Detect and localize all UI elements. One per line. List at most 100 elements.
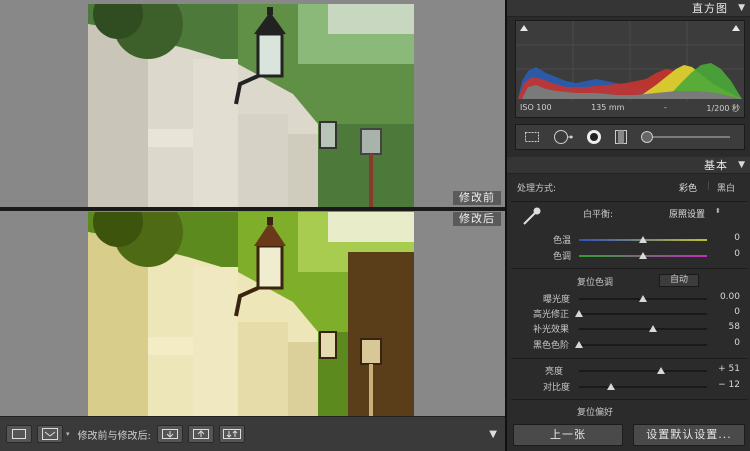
before-after-view-button[interactable] <box>37 425 63 443</box>
fill-light-value[interactable]: 58 <box>729 322 740 332</box>
copy-up-icon <box>192 429 209 439</box>
recovery-slider-track[interactable] <box>575 310 707 317</box>
tint-value[interactable]: 0 <box>734 249 740 259</box>
contrast-slider-thumb[interactable] <box>607 383 615 390</box>
temp-slider-track[interactable] <box>579 236 707 243</box>
exposure-value[interactable]: 0.00 <box>720 292 740 302</box>
blacks-value[interactable]: 0 <box>734 338 740 348</box>
set-default-button[interactable]: 设置默认设置... <box>633 424 745 446</box>
toolbar-dropdown-icon[interactable]: ▼ <box>489 429 497 440</box>
previous-settings-button[interactable]: 上一张 <box>513 424 623 446</box>
histogram-header[interactable]: 直方图 ▼ <box>507 0 750 17</box>
blacks-slider-track[interactable] <box>575 341 707 348</box>
temp-row: 色温 0 <box>507 233 750 247</box>
photo-before[interactable] <box>88 4 414 207</box>
temp-label: 色温 <box>553 236 572 246</box>
loupe-view-button[interactable] <box>6 425 32 443</box>
exposure-row: 曝光度 0.00 <box>507 292 750 306</box>
section-divider <box>511 201 748 202</box>
label-after: 修改后 <box>453 212 501 226</box>
app-window: 修改前 修改后 ▾ 修改前与修改后: ▼ 直方图 ▼ ISO 100 135 m… <box>0 0 750 451</box>
swap-icon <box>222 429 241 439</box>
presence-row: 复位偏好 <box>507 405 750 419</box>
recovery-value[interactable]: 0 <box>734 307 740 317</box>
graduated-filter-button[interactable] <box>614 129 628 145</box>
reset-tone-label[interactable]: 复位色调 <box>577 275 613 288</box>
treatment-color-option[interactable]: 彩色 <box>679 181 697 194</box>
spot-removal-icon <box>554 130 573 144</box>
copy-before-to-after-button[interactable] <box>156 425 183 443</box>
fill-light-row: 补光效果 58 <box>507 322 750 336</box>
exposure-slider-thumb[interactable] <box>639 295 647 302</box>
develop-right-panel: 直方图 ▼ ISO 100 135 mm - 1/200 秒 基本 ▼ 处理方式… <box>505 0 750 451</box>
white-balance-row: 白平衡: 原照设置 ⬍ <box>507 207 750 225</box>
view-mode-caret-icon[interactable]: ▾ <box>66 430 70 438</box>
recovery-label: 高光修正 <box>533 310 570 320</box>
street-lamp-photo-after <box>88 212 414 416</box>
blacks-label: 黑色色阶 <box>533 341 570 351</box>
develop-tool-strip <box>515 124 745 150</box>
brightness-label: 亮度 <box>545 367 564 377</box>
tint-slider-thumb[interactable] <box>639 252 647 259</box>
before-after-split-icon <box>42 428 58 440</box>
focal-length-value: 135 mm <box>591 103 625 112</box>
brightness-slider-thumb[interactable] <box>656 367 665 374</box>
brightness-value[interactable]: + 51 <box>718 364 740 374</box>
brightness-row: 亮度 + 51 <box>507 364 750 378</box>
label-before: 修改前 <box>453 191 501 205</box>
adjustment-brush-button[interactable] <box>640 129 732 145</box>
collapse-triangle-icon[interactable]: ▼ <box>738 157 746 174</box>
tint-label: 色调 <box>553 252 572 262</box>
fill-light-label: 补光效果 <box>533 325 570 335</box>
iso-value: ISO 100 <box>520 103 552 112</box>
adjustment-brush-icon <box>641 131 730 143</box>
photo-after[interactable] <box>88 212 414 416</box>
loupe-view-icon <box>12 429 26 439</box>
auto-tone-button[interactable]: 自动 <box>659 274 700 287</box>
tint-slider-track[interactable] <box>579 252 707 259</box>
wb-label: 白平衡: <box>583 210 614 220</box>
bottom-toolbar: ▾ 修改前与修改后: ▼ <box>0 416 505 451</box>
histogram-exif-info: ISO 100 135 mm - 1/200 秒 <box>516 103 744 114</box>
contrast-slider-track[interactable] <box>579 383 707 390</box>
collapse-triangle-icon[interactable]: ▼ <box>738 0 746 17</box>
eyedropper-icon <box>523 207 541 225</box>
recovery-slider-thumb[interactable] <box>575 310 583 317</box>
histogram-title: 直方图 <box>692 2 728 15</box>
section-divider <box>511 358 748 359</box>
section-divider <box>511 399 748 400</box>
basic-panel-title: 基本 <box>704 159 728 172</box>
exposure-slider-track[interactable] <box>579 295 707 302</box>
contrast-value[interactable]: − 12 <box>718 380 740 390</box>
crop-overlay-icon <box>525 132 539 142</box>
wb-dropdown[interactable]: 原照设置 <box>669 207 705 220</box>
crop-tool-button[interactable] <box>524 130 540 144</box>
section-divider <box>511 268 748 269</box>
before-after-label: 修改前与修改后: <box>77 430 151 442</box>
image-canvas: 修改前 修改后 <box>0 0 505 416</box>
fill-light-slider-thumb[interactable] <box>649 325 658 332</box>
red-eye-button[interactable] <box>586 129 602 145</box>
graduated-filter-icon <box>615 130 627 144</box>
contrast-label: 对比度 <box>543 383 571 393</box>
blacks-slider-thumb[interactable] <box>575 341 583 348</box>
swap-before-after-button[interactable] <box>218 425 245 443</box>
temp-slider-thumb[interactable] <box>639 236 647 243</box>
wb-eyedropper-button[interactable] <box>521 205 543 230</box>
exposure-label: 曝光度 <box>543 295 571 305</box>
copy-after-to-before-button[interactable] <box>187 425 214 443</box>
spot-removal-button[interactable] <box>552 129 574 145</box>
fill-light-slider-track[interactable] <box>579 325 707 332</box>
treatment-bw-option[interactable]: 黑白 <box>717 181 735 194</box>
treatment-label: 处理方式: <box>517 184 557 194</box>
recovery-row: 高光修正 0 <box>507 307 750 321</box>
wb-dropdown-caret-icon[interactable]: ⬍ <box>715 207 721 215</box>
histogram-display[interactable]: ISO 100 135 mm - 1/200 秒 <box>515 20 745 118</box>
reset-presence-label[interactable]: 复位偏好 <box>577 405 613 418</box>
tone-row: 复位色调 自动 <box>507 274 750 289</box>
temp-value[interactable]: 0 <box>734 233 740 243</box>
brightness-slider-track[interactable] <box>579 367 707 374</box>
basic-panel-header[interactable]: 基本 ▼ <box>507 157 750 174</box>
shutter-value: 1/200 秒 <box>706 104 740 113</box>
split-divider <box>0 207 505 211</box>
